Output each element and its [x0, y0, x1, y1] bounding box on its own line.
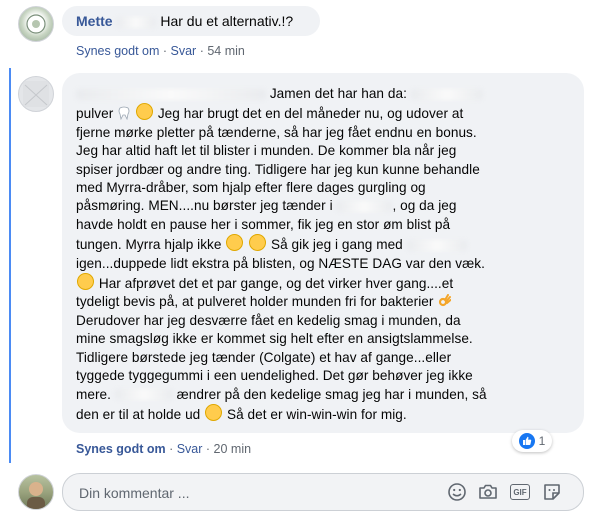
- comment-line: fjerne mørke pletter på tænderne, så har…: [76, 124, 477, 140]
- redacted-author[interactable]: [76, 88, 266, 100]
- sticker-icon[interactable]: [542, 482, 562, 502]
- comment-line: pulver Jeg har brugt det en del måneder …: [76, 103, 576, 123]
- smiley-icon[interactable]: [447, 482, 467, 502]
- reaction-summary[interactable]: 1: [512, 430, 552, 452]
- comment-line: tyggede tyggegummi i een uendelighed. De…: [76, 368, 473, 384]
- reaction-count: 1: [538, 434, 546, 448]
- comment-bubble-2: Jamen det har han da: pulver Jeg har bru…: [62, 73, 584, 433]
- redacted-brand: [336, 201, 393, 213]
- disappointed-emoji-icon: [249, 234, 267, 252]
- redacted-name: [116, 16, 157, 28]
- comment-text: Har du et alternativ.!?: [160, 13, 294, 29]
- tooth-emoji-icon: [117, 106, 131, 121]
- avatar-commenter[interactable]: [18, 76, 54, 112]
- grin-emoji-icon: [135, 103, 153, 121]
- comment-actions-2: Synes godt om · Svar · 20 min: [76, 442, 252, 456]
- comment-line: Jamen det har han da:: [76, 85, 576, 103]
- redacted-brand: [406, 240, 467, 252]
- worried-emoji-icon: [226, 234, 244, 252]
- comment-line: igen...duppede lidt ekstra på blisten, o…: [76, 255, 485, 271]
- like-reaction-icon: [518, 433, 535, 449]
- grimace-emoji-icon: [205, 403, 223, 421]
- comment-line: Derudover har jeg desværre fået en kedel…: [76, 312, 461, 328]
- comment-actions-1: Synes godt om · Svar · 54 min: [76, 44, 245, 58]
- reply-link[interactable]: Svar: [177, 442, 203, 456]
- redacted-brand: [114, 389, 173, 401]
- comment-bubble-1: Mette Har du et alternativ.!?: [62, 6, 320, 36]
- camera-icon[interactable]: [478, 482, 498, 502]
- blurred-avatar-icon: [23, 81, 49, 107]
- comment-time[interactable]: 54 min: [207, 44, 245, 58]
- like-link[interactable]: Synes godt om: [76, 44, 159, 58]
- comment-line: Tidligere børstede jeg tænder (Colgate) …: [76, 349, 452, 365]
- ok-hand-emoji-icon: [437, 294, 452, 308]
- comment-composer[interactable]: GIF: [62, 473, 584, 511]
- comment-time[interactable]: 20 min: [214, 442, 252, 456]
- comment-line: Har afprøvet det et par gange, og det vi…: [76, 273, 576, 293]
- comment-line: mine smagsløg ikke er kommet sig helt ef…: [76, 331, 473, 347]
- like-link[interactable]: Synes godt om: [76, 442, 166, 456]
- comment-line: mere. ændrer på den kedelige smag jeg ha…: [76, 386, 487, 402]
- comment-author[interactable]: Mette: [76, 13, 113, 29]
- comment-body: Jamen det har han da: pulver Jeg har bru…: [76, 85, 576, 424]
- comment-line: tydeligt bevis på, at pulveret holder mu…: [76, 293, 576, 311]
- redacted-brand: [410, 88, 483, 100]
- current-user-avatar[interactable]: [18, 474, 54, 510]
- comment-line: den er til at holde ud Så det er win-win…: [76, 403, 576, 424]
- comment-line: spiser jordbær og andre ting. Tidligere …: [76, 161, 480, 177]
- comment-line: havde holdt en pause her i sommer, fik j…: [76, 216, 451, 232]
- thread-indicator-line: [9, 68, 11, 463]
- gif-icon[interactable]: GIF: [510, 484, 530, 500]
- comment-line: Jeg har altid haft let til blister i mun…: [76, 143, 457, 159]
- comment-line: tungen. Myrra hjalp ikke Så gik jeg i ga…: [76, 234, 576, 254]
- comment-line: påsmøring. MEN....nu børster jeg tænder …: [76, 198, 457, 214]
- comment-input[interactable]: [77, 482, 421, 504]
- reply-link[interactable]: Svar: [171, 44, 197, 58]
- comment-line: med Myrra-dråber, som hjalp efter flere …: [76, 180, 426, 196]
- smile-emoji-icon: [77, 273, 94, 291]
- avatar-mette[interactable]: [18, 6, 54, 42]
